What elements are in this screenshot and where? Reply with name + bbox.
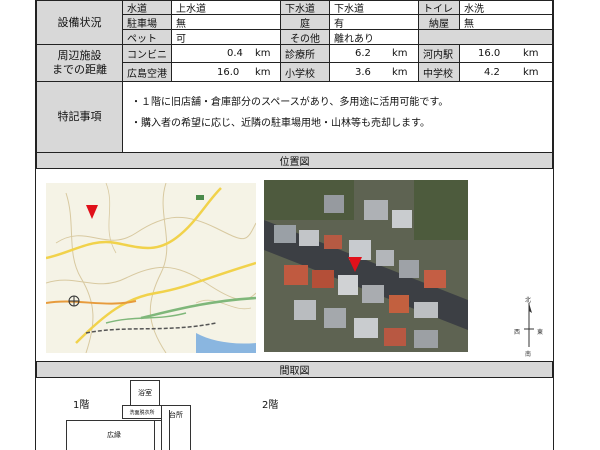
aerial-photo	[264, 180, 468, 352]
room-kitchen: 台所	[161, 405, 191, 450]
distance-unit: km	[255, 48, 271, 59]
distance-section-label: 周辺施設 までの距離	[36, 44, 123, 82]
floor2-label: 2階	[262, 400, 279, 411]
distance-cell-clinic: 6.2 km	[329, 44, 419, 63]
room-divider	[169, 410, 170, 450]
distance-value-station: 16.0	[478, 48, 501, 59]
room-divider	[154, 420, 155, 450]
distance-unit: km	[255, 66, 271, 78]
distance-cell-elementary: 3.6 km	[329, 62, 419, 82]
water-value: 上水道	[171, 0, 281, 15]
distance-value-airport: 16.0	[217, 66, 240, 78]
shed-label: 納屋	[418, 14, 460, 30]
distance-value-junior-high: 4.2	[484, 66, 500, 78]
distance-value-clinic: 6.2	[355, 48, 371, 59]
parking-label: 駐車場	[122, 14, 172, 30]
sewer-value: 下水道	[329, 0, 419, 15]
other-label: その他	[280, 29, 330, 45]
toilet-label: トイレ	[418, 0, 460, 15]
road-map	[46, 183, 256, 353]
toilet-value: 水洗	[459, 0, 553, 15]
room-washroom: 洗面脱衣所	[122, 405, 162, 419]
distance-value-convenience: 0.4	[227, 48, 243, 59]
pets-value: 可	[171, 29, 281, 45]
shed-value: 無	[459, 14, 553, 30]
distance-label-elementary: 小学校	[280, 62, 330, 82]
remark-line: ・購入者の希望に応じ、近隣の駐車場用地・山林等も売却します。	[131, 118, 430, 129]
location-header: 位置図	[36, 152, 553, 169]
distance-label-junior-high: 中学校	[418, 62, 460, 82]
distance-label-station: 河内駅	[418, 44, 460, 63]
remarks-box: ・１階に旧店舗・倉庫部分のスペースがあり、多用途に活用可能です。 ・購入者の希望…	[122, 81, 553, 153]
remark-line: ・１階に旧店舗・倉庫部分のスペースがあり、多用途に活用可能です。	[131, 97, 449, 108]
other-value: 離れあり	[329, 29, 419, 45]
distance-cell-station: 16.0 km	[459, 44, 553, 63]
compass-needle-icon	[524, 303, 534, 347]
compass-east: 東	[537, 329, 544, 336]
garden-value: 有	[329, 14, 419, 30]
distance-cell-airport: 16.0 km	[171, 62, 281, 82]
room-bath: 浴室	[130, 380, 160, 406]
room-hall: 広縁	[66, 420, 162, 450]
pets-label: ペット	[122, 29, 172, 45]
distance-unit: km	[523, 66, 539, 78]
distance-label-convenience: コンビニ	[122, 44, 172, 63]
property-sheet: 設備状況 水道 上水道 下水道 下水道 トイレ 水洗 駐車場 無 庭 有 納屋 …	[35, 0, 554, 450]
road-map-graphic	[46, 183, 256, 353]
garden-label: 庭	[280, 14, 330, 30]
distance-value-elementary: 3.6	[355, 66, 371, 78]
distance-cell-junior-high: 4.2 km	[459, 62, 553, 82]
facilities-section-label: 設備状況	[36, 0, 123, 45]
water-label: 水道	[122, 0, 172, 15]
compass: 北 西 東 南	[514, 295, 544, 358]
parking-value: 無	[171, 14, 281, 30]
floorplan-header: 間取図	[36, 361, 553, 378]
distance-label-airport: 広島空港	[122, 62, 172, 82]
distance-unit: km	[523, 48, 539, 59]
floorplan-1f: 浴室 洗面脱衣所 台所 広縁	[66, 380, 236, 450]
remarks-section-label: 特記事項	[36, 81, 123, 153]
distance-unit: km	[392, 66, 408, 78]
aerial-photo-graphic	[264, 180, 468, 352]
compass-west: 西	[514, 329, 521, 336]
compass-south: 南	[525, 351, 532, 358]
facilities-blank	[418, 29, 553, 45]
distance-cell-convenience: 0.4 km	[171, 44, 281, 63]
distance-unit: km	[392, 48, 408, 59]
distance-label-clinic: 診療所	[280, 44, 330, 63]
sewer-label: 下水道	[280, 0, 330, 15]
